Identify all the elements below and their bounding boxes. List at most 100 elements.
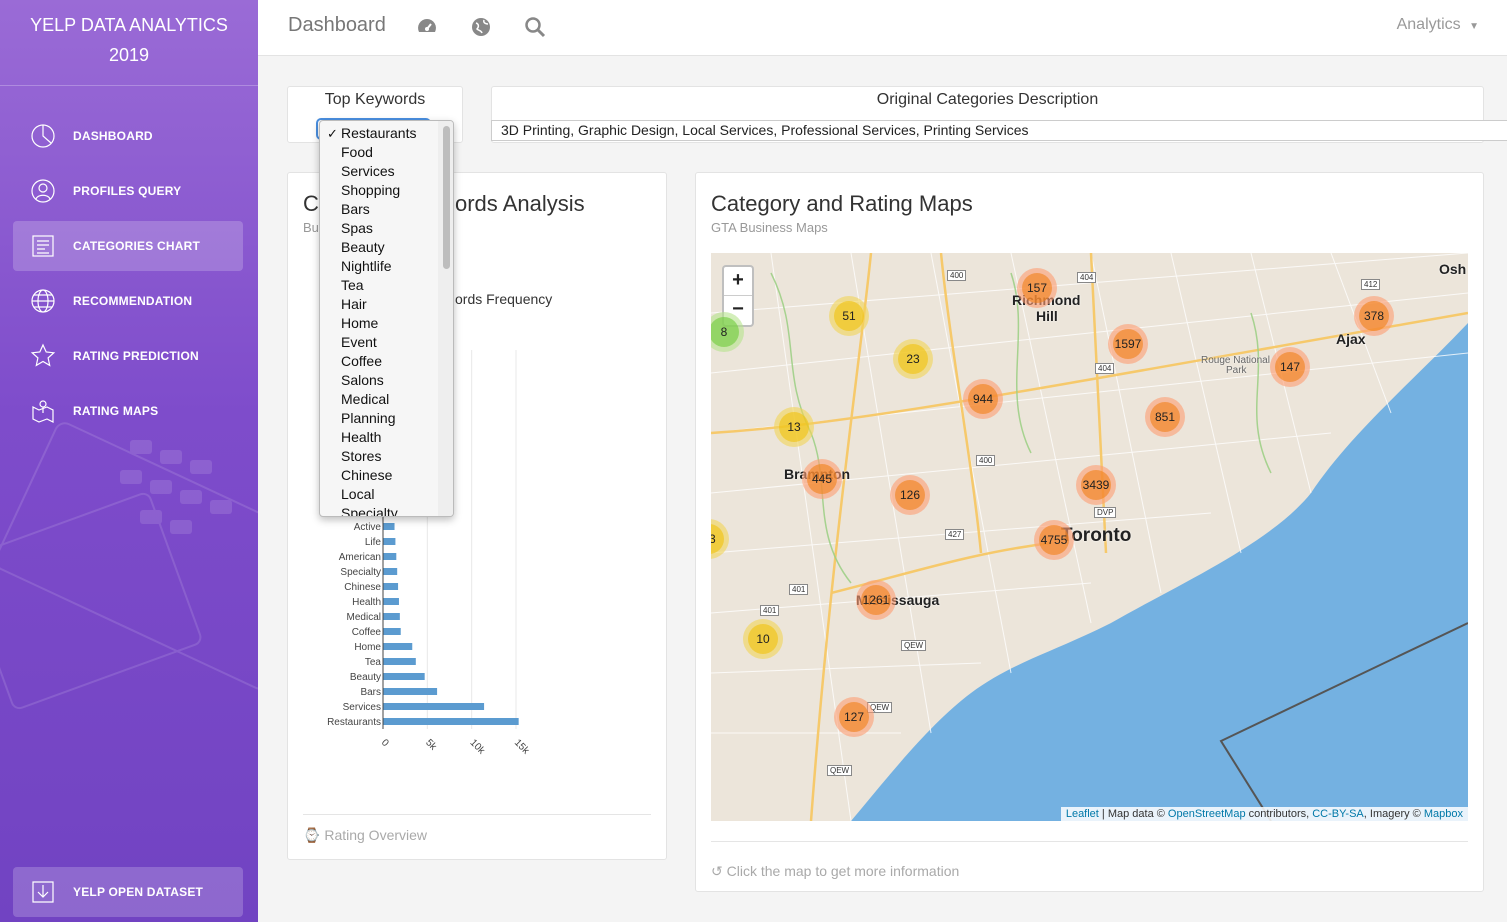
y-tick-label: Coffee bbox=[352, 627, 382, 638]
user-icon bbox=[31, 179, 55, 203]
star-icon bbox=[30, 343, 56, 367]
dropdown-option-label: Hair bbox=[341, 296, 367, 312]
sidebar-item-rating-maps[interactable]: RATING MAPS bbox=[13, 386, 243, 436]
dropdown-option-label: Event bbox=[341, 334, 377, 350]
gta-map[interactable]: + − Richmond Hill Ajax Osh Brampton Toro… bbox=[711, 253, 1468, 821]
map-footer-label: Click the map to get more information bbox=[726, 863, 960, 879]
bar-active[interactable] bbox=[383, 523, 395, 530]
dropdown-option[interactable]: Beauty bbox=[320, 238, 438, 257]
laptop-background-image bbox=[0, 422, 258, 710]
dropdown-option[interactable]: Coffee bbox=[320, 352, 438, 371]
globe-icon[interactable] bbox=[470, 16, 492, 38]
y-tick-label: Health bbox=[352, 597, 381, 608]
sidebar-item-yelp-open-dataset[interactable]: YELP OPEN DATASET bbox=[13, 867, 243, 917]
y-tick-label: Specialty bbox=[340, 567, 381, 578]
map-cluster[interactable]: 51 bbox=[829, 296, 869, 336]
sidebar-item-dashboard[interactable]: DASHBOARD bbox=[13, 111, 243, 161]
bar-life[interactable] bbox=[383, 538, 396, 545]
y-tick-label: Services bbox=[343, 702, 381, 713]
bar-health[interactable] bbox=[383, 598, 399, 605]
dropdown-option[interactable]: Health bbox=[320, 428, 438, 447]
dropdown-option[interactable]: Stores bbox=[320, 447, 438, 466]
dropdown-option[interactable]: Salons bbox=[320, 371, 438, 390]
map-cluster[interactable]: 944 bbox=[963, 379, 1003, 419]
dropdown-option[interactable]: Planning bbox=[320, 409, 438, 428]
map-cluster[interactable]: 1597 bbox=[1108, 324, 1148, 364]
map-cluster[interactable]: 1261 bbox=[856, 580, 896, 620]
bar-medical[interactable] bbox=[383, 613, 400, 620]
dropdown-option[interactable]: Nightlife bbox=[320, 257, 438, 276]
dropdown-option[interactable]: Local bbox=[320, 485, 438, 504]
map-icon bbox=[32, 400, 54, 423]
dropdown-option-label: Salons bbox=[341, 372, 384, 388]
highway-shield: QEW bbox=[827, 765, 853, 776]
dropdown-option[interactable]: Hair bbox=[320, 295, 438, 314]
place-oshawa: Osh bbox=[1439, 261, 1467, 277]
mapbox-link[interactable]: Mapbox bbox=[1424, 808, 1463, 820]
original-categories-field[interactable]: 3D Printing, Graphic Design, Local Servi… bbox=[491, 120, 1507, 141]
map-cluster[interactable]: 157 bbox=[1017, 268, 1057, 308]
bar-services[interactable] bbox=[383, 703, 485, 710]
map-cluster[interactable]: 13 bbox=[774, 407, 814, 447]
map-cluster[interactable]: 23 bbox=[893, 339, 933, 379]
bar-coffee[interactable] bbox=[383, 628, 401, 635]
dropdown-scrollbar[interactable] bbox=[443, 126, 450, 269]
dropdown-option-label: Restaurants bbox=[341, 125, 417, 141]
map-cluster[interactable]: 378 bbox=[1354, 296, 1394, 336]
dropdown-option[interactable]: Tea bbox=[320, 276, 438, 295]
map-cluster[interactable]: 445 bbox=[802, 459, 842, 499]
map-cluster[interactable]: 4755 bbox=[1034, 520, 1074, 560]
highway-shield: 401 bbox=[760, 605, 780, 616]
dropdown-option[interactable]: Spas bbox=[320, 219, 438, 238]
bar-american[interactable] bbox=[383, 553, 397, 560]
dropdown-option[interactable]: Bars bbox=[320, 200, 438, 219]
dropdown-option-label: Stores bbox=[341, 448, 382, 464]
sidebar-item-recommendation[interactable]: RECOMMENDATION bbox=[13, 276, 243, 326]
dropdown-option-label: Coffee bbox=[341, 353, 382, 369]
y-tick-label: Active bbox=[354, 522, 382, 533]
sidebar-item-profiles-query[interactable]: PROFILES QUERY bbox=[13, 166, 243, 216]
bar-specialty[interactable] bbox=[383, 568, 398, 575]
analysis-title-right: ords Analysis bbox=[455, 191, 585, 216]
dropdown-option-label: Beauty bbox=[341, 239, 385, 255]
dropdown-option[interactable]: Shopping bbox=[320, 181, 438, 200]
page-title: Dashboard bbox=[288, 14, 386, 36]
dropdown-option[interactable]: Event bbox=[320, 333, 438, 352]
dropdown-option-label: Planning bbox=[341, 410, 396, 426]
dropdown-option-label: Specialty bbox=[341, 505, 398, 517]
place-ajax: Ajax bbox=[1336, 331, 1366, 347]
bar-home[interactable] bbox=[383, 643, 413, 650]
bar-beauty[interactable] bbox=[383, 673, 425, 680]
map-cluster[interactable]: 3439 bbox=[1076, 465, 1116, 505]
dropdown-option[interactable]: Specialty bbox=[320, 504, 438, 517]
search-icon[interactable] bbox=[524, 16, 546, 38]
sidebar-item-categories-chart[interactable]: CATEGORIES CHART bbox=[13, 221, 243, 271]
dropdown-option-label: Local bbox=[341, 486, 375, 502]
globe-icon bbox=[31, 289, 55, 313]
analytics-dropdown[interactable]: Analytics ▼ bbox=[1397, 16, 1479, 34]
osm-link[interactable]: OpenStreetMap bbox=[1168, 808, 1246, 820]
dropdown-option[interactable]: Services bbox=[320, 162, 438, 181]
license-link[interactable]: CC-BY-SA bbox=[1312, 808, 1364, 820]
bar-bars[interactable] bbox=[383, 688, 438, 695]
dropdown-option[interactable]: Food bbox=[320, 143, 438, 162]
speedometer-icon[interactable] bbox=[416, 16, 438, 38]
map-cluster[interactable]: 126 bbox=[890, 475, 930, 515]
sidebar-item-label: RECOMMENDATION bbox=[73, 294, 193, 308]
attribution-text: contributors, bbox=[1245, 808, 1313, 820]
bar-chinese[interactable] bbox=[383, 583, 399, 590]
map-cluster[interactable]: 127 bbox=[834, 697, 874, 737]
zoom-in-button[interactable]: + bbox=[724, 267, 752, 296]
dropdown-option[interactable]: Home bbox=[320, 314, 438, 333]
map-cluster[interactable]: 851 bbox=[1145, 397, 1185, 437]
bar-restaurants[interactable] bbox=[383, 718, 519, 725]
bar-tea[interactable] bbox=[383, 658, 416, 665]
leaflet-link[interactable]: Leaflet bbox=[1066, 808, 1099, 820]
dropdown-option[interactable]: ✓ Restaurants bbox=[320, 124, 438, 143]
map-cluster[interactable]: 10 bbox=[743, 619, 783, 659]
sidebar-item-rating-prediction[interactable]: RATING PREDICTION bbox=[13, 331, 243, 381]
dropdown-option[interactable]: Chinese bbox=[320, 466, 438, 485]
highway-shield: 401 bbox=[789, 584, 809, 595]
map-cluster[interactable]: 147 bbox=[1270, 347, 1310, 387]
dropdown-option[interactable]: Medical bbox=[320, 390, 438, 409]
